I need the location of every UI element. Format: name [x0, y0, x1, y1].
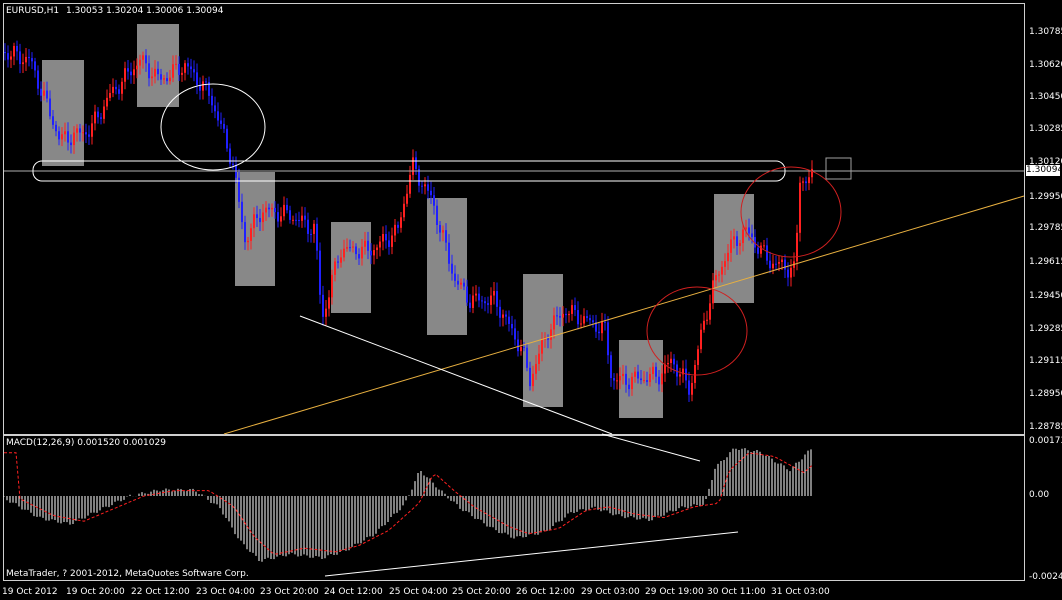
price-scale-label: 1.30450	[1029, 92, 1062, 102]
macd-divergence-line	[601, 433, 701, 462]
time-axis-label: 31 Oct 03:00	[771, 587, 830, 597]
time-axis-label: 23 Oct 20:00	[260, 587, 319, 597]
price-scale-label: 1.30785	[1029, 27, 1062, 37]
time-axis-label: 24 Oct 12:00	[324, 587, 383, 597]
time-axis-label: 26 Oct 12:00	[516, 587, 575, 597]
price-scale-label: 1.29950	[1029, 192, 1062, 202]
macd-label: MACD(12,26,9) 0.001520 0.001029	[6, 438, 166, 448]
time-axis-label: 29 Oct 03:00	[581, 587, 640, 597]
macd-chart-canvas[interactable]	[0, 0, 1025, 585]
time-axis-label: 19 Oct 2012	[2, 587, 58, 597]
macd-divergence-line	[324, 531, 739, 577]
price-scale-label: 1.29785	[1029, 223, 1062, 233]
ohlc-readout: 1.30053 1.30204 1.30006 1.30094	[66, 6, 224, 16]
price-scale-label: 1.28785	[1029, 422, 1062, 432]
time-axis-label: 25 Oct 20:00	[452, 587, 511, 597]
macd-scale-bottom: -0.00244	[1029, 572, 1062, 582]
copyright-text: MetaTrader, ? 2001-2012, MetaQuotes Soft…	[6, 569, 249, 579]
price-scale-label: 1.30620	[1029, 60, 1062, 70]
time-axis-label: 22 Oct 12:00	[131, 587, 190, 597]
price-scale-label: 1.29115	[1029, 356, 1062, 366]
time-axis-label: 29 Oct 19:00	[645, 587, 704, 597]
current-price-marker: 1.30094	[1026, 165, 1062, 176]
chart-window[interactable]: EURUSD,H1 1.30053 1.30204 1.30006 1.3009…	[0, 0, 1062, 600]
time-axis-label: 19 Oct 20:00	[66, 587, 125, 597]
price-scale-label: 1.29615	[1029, 257, 1062, 267]
macd-scale-zero: 0.00	[1029, 490, 1050, 500]
price-scale-label: 1.29450	[1029, 291, 1062, 301]
price-scale-label: 1.28950	[1029, 389, 1062, 399]
time-axis-label: 25 Oct 04:00	[389, 587, 448, 597]
macd-scale-top: 0.001734	[1029, 436, 1062, 446]
symbol-label: EURUSD,H1	[6, 6, 60, 16]
price-scale-label: 1.30285	[1029, 124, 1062, 134]
time-axis-label: 23 Oct 04:00	[196, 587, 255, 597]
time-axis-label: 30 Oct 11:00	[707, 587, 766, 597]
price-scale-label: 1.29285	[1029, 324, 1062, 334]
